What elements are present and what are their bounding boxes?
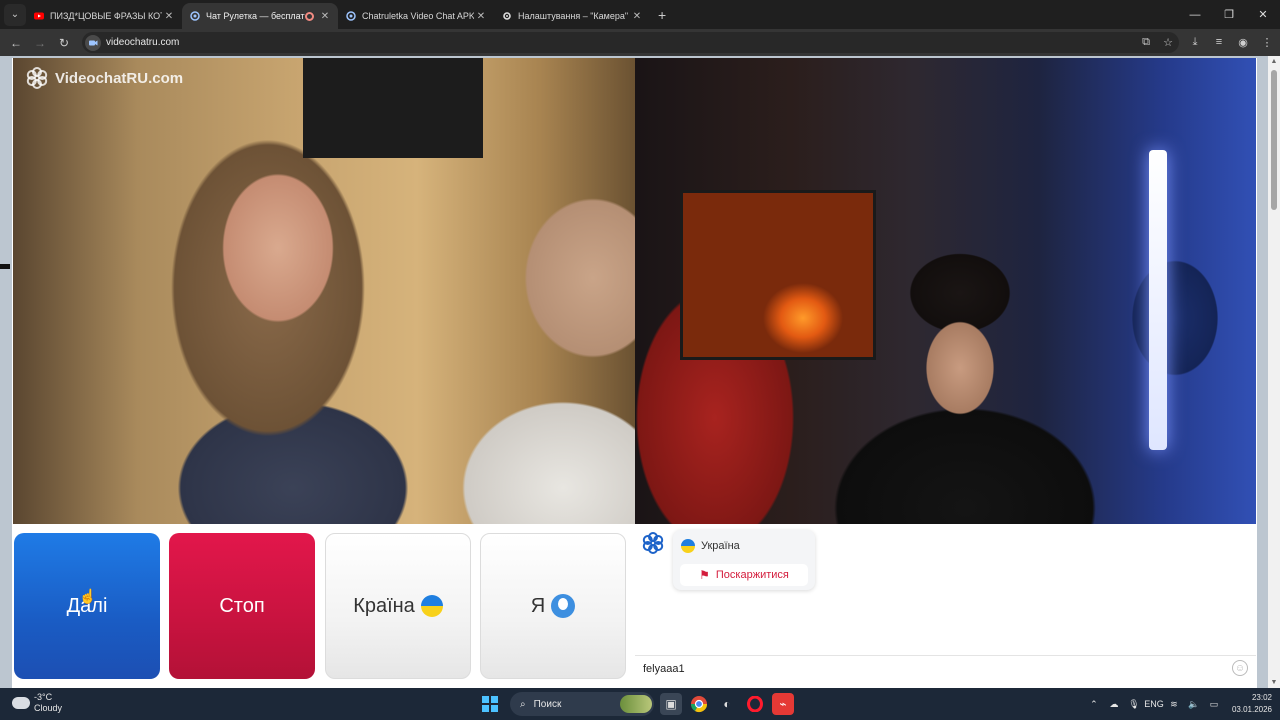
chrome-icon[interactable] — [688, 693, 710, 715]
profile-icon[interactable]: ◉ — [1231, 36, 1255, 49]
url-text: videochatru.com — [106, 37, 180, 48]
window-controls: — ❐ ✕ — [1178, 0, 1280, 29]
close-window-icon[interactable]: ✕ — [1246, 0, 1280, 29]
chat-input-value: felyaaa1 — [643, 662, 685, 675]
partner-country-label: Україна — [701, 540, 740, 552]
browser-menu-icon[interactable]: ⋮ — [1255, 36, 1279, 49]
microphone-icon[interactable]: 🎙 — [1124, 699, 1144, 710]
user-avatar-icon — [551, 594, 576, 618]
tab-title: Налаштування – "Камера" — [518, 11, 629, 21]
video-background-object — [680, 190, 876, 360]
windows-taskbar: -3°C Cloudy ⌕ Поиск ▣ ◐ ⌁ ⌃ ☁ 🎙 ENG ≋ 🔈 … — [0, 688, 1280, 720]
tab-youtube[interactable]: ПИЗД*ЦОВЫЕ ФРАЗЫ КОТОР... ✕ — [26, 3, 182, 29]
clock-time: 23:02 — [1251, 693, 1272, 702]
maximize-icon[interactable]: ❐ — [1212, 0, 1246, 29]
browser-tabbar: ⌄ ПИЗД*ЦОВЫЕ ФРАЗЫ КОТОР... ✕ Чат Рулетк… — [0, 0, 1280, 29]
tab-camera-settings[interactable]: Налаштування – "Камера" ✕ — [494, 3, 650, 29]
report-label: Поскаржитися — [715, 569, 789, 581]
taskbar-search[interactable]: ⌕ Поиск — [510, 692, 654, 716]
self-video — [635, 58, 1256, 524]
weather-condition: Cloudy — [34, 703, 63, 713]
gear-icon — [503, 12, 511, 20]
country-label: Країна — [353, 594, 415, 617]
tab-title: Чат Рулетка — бесплатный — [206, 11, 305, 21]
mouse-cursor-icon: ☝ — [79, 588, 97, 604]
partner-info-card: Україна ⚑ Поскаржитися — [673, 530, 815, 590]
close-tab-icon[interactable]: ✕ — [630, 11, 644, 22]
video-background-object — [1149, 150, 1167, 450]
recording-icon — [305, 11, 314, 21]
forward-icon[interactable]: → — [28, 36, 52, 50]
youtube-icon — [34, 12, 44, 20]
scroll-down-icon[interactable]: ▼ — [1270, 679, 1278, 686]
ukraine-flag-icon — [681, 539, 695, 553]
search-label: Поиск — [533, 698, 562, 710]
chat-roulette-icon — [346, 11, 356, 21]
search-highlight-image — [620, 695, 652, 713]
me-label: Я — [530, 594, 546, 617]
emoji-icon[interactable]: ☺ — [1232, 660, 1248, 676]
chat-message-input[interactable]: felyaaa1 — [635, 655, 1256, 681]
video-background-object — [303, 58, 483, 158]
chat-roulette-icon — [190, 11, 200, 21]
omnibox[interactable]: videochatru.com ⧉ ☆ — [82, 32, 1179, 53]
download-icon[interactable]: ⤓ — [1183, 36, 1207, 49]
next-button[interactable]: Далі — [14, 533, 160, 679]
side-marker — [0, 264, 10, 269]
chevron-up-icon[interactable]: ⌃ — [1084, 699, 1104, 710]
opera-icon[interactable] — [744, 693, 766, 715]
logo-text: VideochatRU.com — [55, 69, 184, 87]
chat-logo-icon — [642, 532, 664, 554]
cloud-icon — [12, 697, 30, 709]
volume-icon[interactable]: 🔈 — [1184, 699, 1204, 710]
ukraine-flag-icon — [420, 595, 443, 617]
stop-button[interactable]: Стоп — [169, 533, 315, 679]
scrollbar-thumb[interactable] — [1271, 70, 1277, 210]
close-tab-icon[interactable]: ✕ — [162, 11, 176, 22]
clock-date: 03.01.2026 — [1231, 705, 1272, 714]
country-button[interactable]: Країна — [325, 533, 471, 679]
temperature: -3°C — [34, 692, 53, 702]
screen-recorder-icon[interactable]: ⌁ — [772, 693, 794, 715]
search-icon: ⌕ — [520, 698, 526, 710]
me-button[interactable]: Я — [480, 533, 626, 679]
tab-chatruletka-apk[interactable]: Chatruletka Video Chat APK для... ✕ — [338, 3, 494, 29]
reload-icon[interactable]: ↻ — [52, 36, 76, 50]
address-toolbar: ← → ↻ videochatru.com ⧉ ☆ ⤓ ≡ ◉ ⋮ — [0, 29, 1280, 56]
wifi-icon[interactable]: ≋ — [1164, 699, 1184, 710]
install-app-icon[interactable]: ⧉ — [1135, 36, 1157, 49]
stop-label: Стоп — [219, 594, 265, 617]
clock[interactable]: 23:02 03.01.2026 — [1232, 692, 1272, 716]
weather-widget[interactable]: -3°C Cloudy — [12, 692, 62, 714]
tab-chat-roulette[interactable]: Чат Рулетка — бесплатный ✕ — [182, 3, 338, 29]
site-info-icon[interactable] — [85, 34, 101, 51]
close-tab-icon[interactable]: ✕ — [318, 11, 332, 22]
cloud-sync-icon[interactable]: ☁ — [1104, 699, 1124, 710]
page-scrollbar[interactable]: ▲ ▼ — [1268, 56, 1280, 688]
media-control-icon[interactable]: ≡ — [1207, 36, 1231, 49]
partner-video — [13, 58, 635, 524]
battery-icon[interactable]: ▭ — [1204, 699, 1224, 710]
minimize-icon[interactable]: — — [1178, 0, 1212, 29]
report-button[interactable]: ⚑ Поскаржитися — [680, 564, 808, 586]
partner-country: Україна — [681, 539, 740, 553]
scroll-up-icon[interactable]: ▲ — [1270, 58, 1278, 65]
chat-panel: Україна ⚑ Поскаржитися felyaaa1 ☺ — [635, 524, 1256, 680]
tab-title: ПИЗД*ЦОВЫЕ ФРАЗЫ КОТОР... — [50, 11, 162, 21]
task-view-icon[interactable]: ▣ — [660, 693, 682, 715]
report-flag-icon: ⚑ — [699, 568, 710, 582]
close-tab-icon[interactable]: ✕ — [474, 11, 488, 22]
obs-icon[interactable]: ◐ — [716, 693, 738, 715]
logo-flower-icon — [26, 67, 48, 89]
start-menu-icon[interactable] — [482, 696, 498, 712]
tab-title: Chatruletka Video Chat APK для... — [362, 11, 474, 21]
bookmark-star-icon[interactable]: ☆ — [1157, 36, 1179, 49]
site-logo[interactable]: VideochatRU.com — [25, 66, 183, 90]
tab-search-button[interactable]: ⌄ — [4, 3, 26, 26]
new-tab-button[interactable]: + — [658, 7, 666, 23]
back-icon[interactable]: ← — [4, 36, 28, 50]
language-indicator[interactable]: ENG — [1144, 699, 1164, 709]
